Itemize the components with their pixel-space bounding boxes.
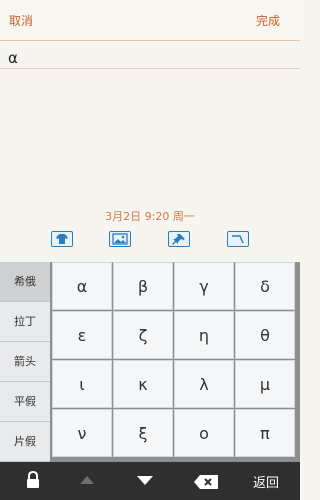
note-datetime: 3月2日 9:20 周一: [105, 210, 195, 223]
lock-icon[interactable]: [26, 471, 40, 491]
symbol-key[interactable]: ο: [174, 409, 234, 457]
symbol-key[interactable]: ε: [52, 311, 112, 359]
toolbar: [0, 231, 300, 251]
symbol-key[interactable]: λ: [174, 360, 234, 408]
top-bar: 取消 完成: [0, 0, 300, 41]
keyboard-bottom-bar: 返回: [0, 462, 300, 500]
draw-icon[interactable]: [227, 231, 249, 247]
symbol-key[interactable]: δ: [235, 262, 295, 310]
cancel-button[interactable]: 取消: [9, 12, 33, 29]
symbol-key[interactable]: ν: [52, 409, 112, 457]
category-hiragana[interactable]: 平假: [0, 382, 50, 422]
ruled-line: [0, 68, 300, 69]
symbol-key[interactable]: ζ: [113, 311, 173, 359]
symbol-key[interactable]: α: [52, 262, 112, 310]
editor-text: α: [8, 49, 18, 67]
category-arrows[interactable]: 箭头: [0, 342, 50, 382]
category-latin[interactable]: 拉丁: [0, 302, 50, 342]
symbol-key[interactable]: κ: [113, 360, 173, 408]
done-button[interactable]: 完成: [256, 12, 280, 29]
symbol-key[interactable]: β: [113, 262, 173, 310]
category-column: 希俄 拉丁 箭头 平假 片假: [0, 262, 50, 462]
symbol-key[interactable]: θ: [235, 311, 295, 359]
category-katakana[interactable]: 片假: [0, 422, 50, 462]
symbol-key[interactable]: η: [174, 311, 234, 359]
scroll-up-icon[interactable]: [80, 476, 94, 496]
scroll-down-icon[interactable]: [137, 476, 153, 496]
symbol-grid: α β γ δ ε ζ η θ ι κ λ μ ν ξ ο π: [52, 262, 300, 462]
back-button[interactable]: 返回: [253, 472, 279, 491]
symbol-keyboard: 希俄 拉丁 箭头 平假 片假 α β γ δ ε ζ η θ ι κ λ μ ν…: [0, 262, 300, 462]
pin-icon[interactable]: [168, 231, 190, 247]
symbol-key[interactable]: μ: [235, 360, 295, 408]
shirt-icon[interactable]: [51, 231, 73, 247]
symbol-key[interactable]: π: [235, 409, 295, 457]
symbol-key[interactable]: γ: [174, 262, 234, 310]
symbol-key[interactable]: ι: [52, 360, 112, 408]
symbol-key[interactable]: ξ: [113, 409, 173, 457]
category-greek[interactable]: 希俄: [0, 262, 50, 302]
image-icon[interactable]: [109, 231, 131, 247]
backspace-icon[interactable]: [193, 474, 219, 494]
